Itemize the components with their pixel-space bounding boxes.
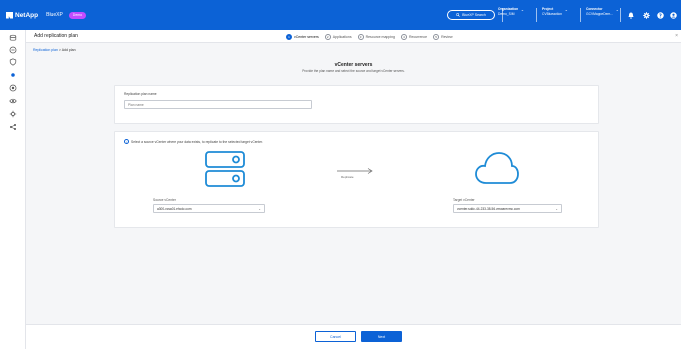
breadcrumb-separator: >: [58, 48, 61, 52]
chevron-down-icon: ⌄: [564, 7, 568, 12]
storage-nav-icon[interactable]: [9, 34, 17, 42]
wizard-footer: Cancel Next: [26, 324, 681, 349]
step-label: Recurrence: [408, 34, 428, 39]
step-label: vCenter servers: [294, 34, 319, 39]
notifications-button[interactable]: [627, 11, 635, 19]
step-label: Resource mapping: [365, 34, 395, 39]
brand-name: NetApp: [15, 11, 39, 19]
step-number: 4: [400, 33, 407, 40]
health-nav-icon[interactable]: [9, 46, 17, 54]
breadcrumb-current: Add plan: [61, 48, 76, 52]
vcenter-info-text: Select a source vCenter where your data …: [131, 139, 263, 144]
disaster-recovery-nav-icon[interactable]: [9, 71, 17, 79]
target-vcenter-label: Target vCenter: [453, 198, 475, 202]
step-number: 5: [433, 33, 440, 40]
wizard-header: Add replication plan 1 vCenter servers 2…: [26, 30, 681, 43]
step-label: Applications: [332, 34, 352, 39]
source-vcenter-label: Source vCenter: [153, 198, 176, 202]
extensions-nav-icon[interactable]: [9, 110, 17, 118]
target-vcenter-select[interactable]: vcenter.sddc-44-233-38-56.vmwarevmc.com …: [453, 204, 562, 213]
section-subheading: Provide the plan name and select the sou…: [302, 69, 405, 73]
step-resource-mapping[interactable]: 3 Resource mapping: [357, 33, 395, 40]
step-number: 3: [357, 33, 364, 40]
source-vcenter-select[interactable]: a300-vcsa01.ehcdc.com ⌄: [153, 204, 265, 213]
connector-selector[interactable]: Connector GCVMappeDem... ⌄: [586, 7, 619, 17]
step-number: 2: [324, 33, 331, 40]
chevron-down-icon: ⌄: [520, 7, 525, 12]
section-heading: vCenter servers: [334, 62, 373, 68]
plan-name-card: Replication plan name Plan name: [114, 85, 599, 124]
plan-name-input[interactable]: Plan name: [124, 100, 312, 109]
chevron-down-icon: ⌄: [615, 7, 619, 12]
user-button[interactable]: [669, 11, 677, 19]
next-button[interactable]: Next: [361, 331, 402, 342]
divider: [620, 8, 621, 22]
source-vcenter-value: a300-vcsa01.ehcdc.com: [157, 206, 192, 211]
vcenter-selection-card: i Select a source vCenter where your dat…: [114, 131, 599, 228]
step-recurrence[interactable]: 4 Recurrence: [400, 33, 428, 40]
netapp-logo[interactable]: NetApp: [6, 11, 39, 19]
svg-text:?: ?: [659, 13, 662, 19]
organization-value: Demo_SIM: [498, 12, 515, 16]
help-button[interactable]: ?: [656, 11, 664, 19]
plan-name-label: Replication plan name: [124, 92, 157, 96]
step-review[interactable]: 5 Review: [433, 33, 453, 40]
search-label: BlueXP Search: [462, 13, 486, 17]
step-applications[interactable]: 2 Applications: [324, 33, 352, 40]
info-icon: i: [124, 139, 129, 144]
step-number: 1: [286, 33, 292, 40]
connector-value: GCVMappeDem...: [586, 12, 613, 16]
netapp-logo-icon: [6, 11, 13, 19]
bluexp-search-button[interactable]: BlueXP Search: [447, 10, 495, 20]
server-icon: [205, 151, 245, 187]
help-icon: ?: [656, 11, 664, 19]
project-value: CVBlueaction: [542, 12, 562, 16]
top-bar: NetApp BlueXP Demo BlueXP Search Organiz…: [0, 0, 681, 30]
product-name: BlueXP: [46, 12, 63, 18]
breadcrumb: Replication plan > Add plan: [33, 48, 76, 52]
breadcrumb-replication-plan-link[interactable]: Replication plan: [33, 48, 58, 52]
project-selector[interactable]: Project CVBlueaction ⌄: [542, 7, 568, 17]
cloud-icon: [475, 152, 519, 184]
governance-nav-icon[interactable]: [9, 84, 17, 92]
chevron-down-icon: ⌄: [555, 206, 558, 211]
protection-nav-icon[interactable]: [9, 58, 17, 66]
step-label: Review: [441, 34, 453, 39]
replicate-arrow-icon: [337, 168, 373, 174]
search-icon: [456, 13, 460, 17]
cancel-button[interactable]: Cancel: [315, 331, 356, 342]
organization-selector[interactable]: Organization Demo_SIM ⌄: [498, 7, 524, 17]
share-nav-icon[interactable]: [9, 123, 17, 131]
user-icon: [669, 11, 677, 19]
target-vcenter-value: vcenter.sddc-44-233-38-56.vmwarevmc.com: [457, 206, 520, 211]
step-vcenter-servers[interactable]: 1 vCenter servers: [286, 33, 319, 40]
wizard-steps: 1 vCenter servers 2 Applications 3 Resou…: [286, 33, 453, 40]
mobility-nav-icon[interactable]: [9, 97, 17, 105]
page-title: Add replication plan: [34, 33, 78, 39]
divider: [580, 8, 581, 22]
replicate-label: Replicate: [341, 175, 354, 179]
chevron-down-icon: ⌄: [258, 206, 261, 211]
bell-icon: [628, 12, 634, 19]
left-navigation-rail: [0, 30, 26, 349]
close-icon[interactable]: ×: [675, 33, 678, 39]
divider: [536, 8, 537, 22]
vcenter-info: i Select a source vCenter where your dat…: [124, 139, 263, 144]
demo-badge: Demo: [68, 11, 87, 19]
settings-button[interactable]: [642, 11, 650, 19]
gear-icon: [642, 11, 650, 19]
